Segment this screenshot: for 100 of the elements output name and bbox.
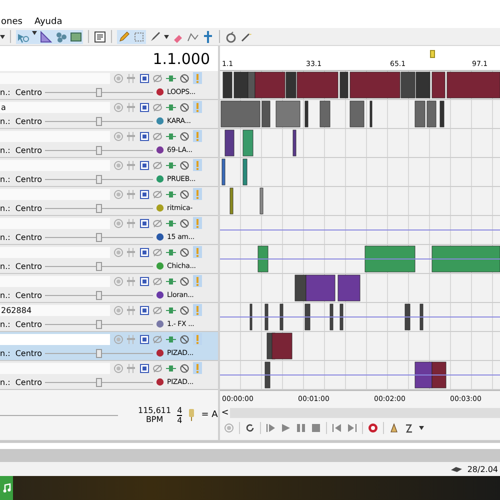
- track-name-field[interactable]: [0, 276, 110, 286]
- audio-clip[interactable]: [280, 304, 284, 330]
- triangle-ruler-icon[interactable]: [40, 30, 52, 42]
- fader-icon[interactable]: [127, 218, 136, 228]
- panel-icon[interactable]: [94, 30, 106, 42]
- track-name-field[interactable]: a: [0, 102, 110, 112]
- audio-clip[interactable]: [404, 304, 410, 330]
- menu-item[interactable]: ones: [0, 16, 24, 26]
- audio-clip[interactable]: [350, 100, 364, 128]
- mute-icon[interactable]: [180, 190, 189, 198]
- audio-clip[interactable]: [304, 304, 310, 330]
- square-icon[interactable]: [140, 160, 149, 170]
- music-app-button[interactable]: [0, 476, 13, 500]
- pan-slider[interactable]: [45, 232, 154, 242]
- wand-icon[interactable]: [240, 30, 252, 42]
- record-arm-icon[interactable]: [114, 102, 123, 112]
- brush-icon[interactable]: [149, 30, 161, 42]
- pan-slider[interactable]: [45, 88, 154, 96]
- caret-icon[interactable]: [164, 34, 169, 38]
- record-arm-icon[interactable]: [114, 364, 123, 372]
- cluster-icon[interactable]: [55, 30, 67, 42]
- mute-icon[interactable]: [180, 218, 189, 228]
- audio-clip[interactable]: [220, 100, 260, 128]
- audio-clip[interactable]: [248, 72, 256, 98]
- audio-clip[interactable]: [370, 100, 372, 128]
- mute-icon[interactable]: [180, 306, 189, 314]
- fader-icon[interactable]: [127, 74, 136, 82]
- audio-clip[interactable]: [222, 158, 226, 186]
- track-name-field[interactable]: 262884: [0, 304, 110, 316]
- audio-clip[interactable]: [242, 130, 254, 156]
- audio-clip[interactable]: [250, 304, 252, 330]
- caret-icon[interactable]: [419, 426, 424, 430]
- square-icon[interactable]: [140, 132, 149, 140]
- fader-icon[interactable]: [127, 132, 136, 140]
- mute-icon[interactable]: [180, 364, 189, 372]
- pause-icon[interactable]: [296, 423, 306, 433]
- mute-icon[interactable]: [180, 102, 189, 112]
- fader-icon[interactable]: [127, 364, 136, 372]
- record-arm-icon[interactable]: [114, 132, 123, 140]
- plug-icon[interactable]: [166, 334, 176, 344]
- audio-clip[interactable]: [264, 362, 270, 388]
- audio-clip[interactable]: [222, 72, 232, 98]
- audio-clip[interactable]: [350, 72, 400, 98]
- square-icon[interactable]: [140, 190, 149, 198]
- play-icon[interactable]: [281, 423, 291, 433]
- record-arm-icon[interactable]: [114, 74, 123, 82]
- record-icon[interactable]: [368, 423, 378, 433]
- skip-back-icon[interactable]: [332, 423, 342, 433]
- mute-icon[interactable]: [180, 248, 189, 256]
- square-icon[interactable]: [140, 276, 149, 286]
- pencil-icon[interactable]: [118, 30, 130, 42]
- caret-icon[interactable]: [0, 34, 5, 38]
- play-from-start-icon[interactable]: [266, 423, 276, 433]
- square-icon[interactable]: [140, 218, 149, 228]
- mute-icon[interactable]: [180, 74, 189, 82]
- menu-item[interactable]: Ayuda: [33, 16, 64, 26]
- fader-icon[interactable]: [127, 334, 136, 344]
- track-name-field[interactable]: [0, 334, 110, 344]
- audio-clip[interactable]: [292, 130, 296, 156]
- plug-icon[interactable]: [166, 102, 176, 112]
- audio-clip[interactable]: [224, 130, 234, 156]
- audio-clip[interactable]: [414, 362, 432, 388]
- audio-clip[interactable]: [420, 304, 424, 330]
- mute-icon[interactable]: [180, 160, 189, 170]
- fader-icon[interactable]: [127, 160, 136, 170]
- pan-slider[interactable]: [45, 378, 154, 386]
- apple-icon[interactable]: [225, 30, 237, 42]
- fader-icon[interactable]: [127, 306, 136, 314]
- audio-clip[interactable]: [276, 100, 300, 128]
- track-name-field[interactable]: [0, 188, 110, 200]
- plug-icon[interactable]: [166, 364, 176, 372]
- plug-icon[interactable]: [166, 74, 176, 82]
- pan-slider[interactable]: [45, 116, 154, 126]
- track-name-field[interactable]: [0, 218, 110, 228]
- mute-icon[interactable]: [180, 132, 189, 140]
- audio-clip[interactable]: [294, 274, 306, 302]
- pan-slider[interactable]: [45, 320, 154, 328]
- audio-clip[interactable]: [432, 72, 446, 98]
- audio-clip[interactable]: [400, 72, 416, 98]
- audio-clip[interactable]: [414, 100, 426, 128]
- fader-icon[interactable]: [127, 102, 136, 112]
- audio-clip[interactable]: [296, 72, 338, 98]
- track-name-field[interactable]: [0, 130, 110, 142]
- audio-clip[interactable]: [340, 304, 344, 330]
- pan-slider[interactable]: [45, 290, 154, 300]
- track-name-field[interactable]: [0, 362, 110, 374]
- tuning-fork-icon[interactable]: [188, 409, 196, 421]
- plug-icon[interactable]: [166, 132, 176, 140]
- audio-clip[interactable]: [426, 100, 436, 128]
- pan-slider[interactable]: [45, 204, 154, 212]
- audio-clip[interactable]: [230, 188, 234, 214]
- fader-icon[interactable]: [127, 190, 136, 198]
- record-arm-icon[interactable]: [114, 334, 123, 344]
- stop-icon[interactable]: [311, 423, 321, 433]
- track-name-field[interactable]: [0, 160, 110, 170]
- square-icon[interactable]: [140, 102, 149, 112]
- record-arm-icon[interactable]: [224, 423, 234, 433]
- audio-clip[interactable]: [440, 100, 444, 128]
- audio-clip[interactable]: [286, 72, 296, 98]
- audio-clip[interactable]: [264, 304, 268, 330]
